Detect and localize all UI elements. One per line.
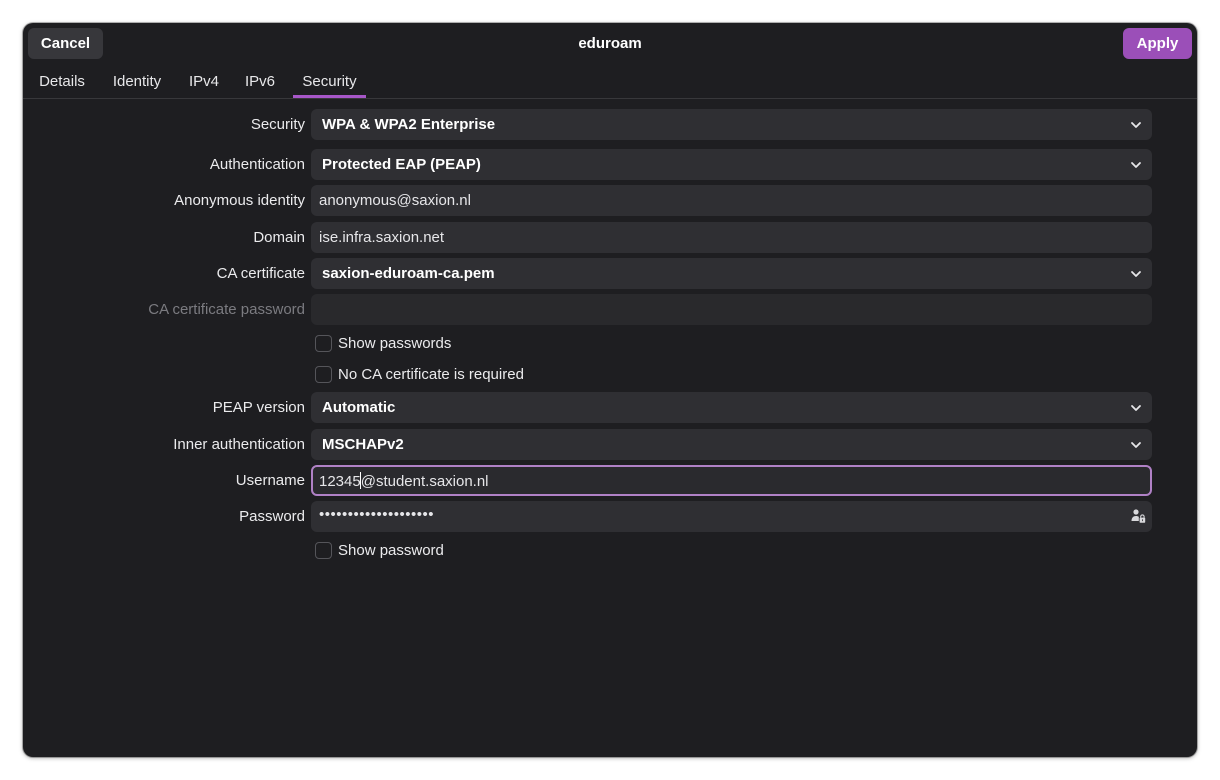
show-passwords-checkbox-row[interactable]: Show passwords [315, 333, 451, 353]
chevron-down-icon [1131, 271, 1141, 277]
peap-version-label: PEAP version [212, 399, 305, 416]
user-password-icon[interactable] [1130, 508, 1146, 524]
authentication-dropdown[interactable]: Protected EAP (PEAP) [311, 149, 1152, 180]
security-label: Security [250, 116, 305, 133]
show-password-checkbox-row[interactable]: Show password [315, 540, 444, 560]
password-masked-value: •••••••••••••••••••• [319, 506, 435, 523]
tab-bar: Details Identity IPv4 IPv6 Security [23, 69, 1197, 99]
chevron-down-icon [1131, 162, 1141, 168]
password-field[interactable]: •••••••••••••••••••• [311, 501, 1152, 532]
chevron-down-icon [1131, 405, 1141, 411]
anonymous-identity-field[interactable]: anonymous@saxion.nl [311, 185, 1152, 216]
apply-button[interactable]: Apply [1123, 28, 1192, 59]
ca-certificate-label: CA certificate [216, 265, 305, 282]
tab-security[interactable]: Security [293, 69, 366, 98]
peap-version-value: Automatic [322, 399, 396, 416]
inner-authentication-label: Inner authentication [173, 436, 305, 453]
show-passwords-label: Show passwords [338, 334, 452, 352]
ca-certificate-password-label: CA certificate password [148, 301, 305, 318]
username-label: Username [235, 472, 305, 489]
anonymous-identity-value: anonymous@saxion.nl [319, 192, 471, 209]
peap-version-dropdown[interactable]: Automatic [311, 392, 1152, 423]
show-password-label: Show password [338, 541, 444, 559]
window-title: eduroam [578, 35, 642, 52]
show-password-checkbox[interactable] [315, 541, 332, 559]
domain-label: Domain [253, 229, 305, 246]
authentication-value: Protected EAP (PEAP) [322, 156, 481, 173]
chevron-down-icon [1131, 442, 1141, 448]
ca-certificate-password-field [311, 294, 1152, 325]
username-text-before-cursor: 12345 [319, 473, 361, 490]
inner-authentication-dropdown[interactable]: MSCHAPv2 [311, 429, 1152, 460]
password-label: Password [239, 508, 305, 525]
no-ca-required-checkbox-row[interactable]: No CA certificate is required [315, 364, 524, 384]
security-dropdown[interactable]: WPA & WPA2 Enterprise [311, 109, 1152, 140]
tab-details[interactable]: Details [37, 69, 87, 98]
domain-value: ise.infra.saxion.net [319, 229, 445, 246]
tab-ipv4[interactable]: IPv4 [189, 69, 219, 98]
security-value: WPA & WPA2 Enterprise [322, 116, 496, 133]
chevron-down-icon [1131, 122, 1141, 128]
username-text-after-cursor: @student.saxion.nl [360, 473, 489, 490]
ca-certificate-dropdown[interactable]: saxion-eduroam-ca.pem [311, 258, 1152, 289]
ca-certificate-value: saxion-eduroam-ca.pem [322, 265, 495, 282]
no-ca-required-label: No CA certificate is required [338, 365, 524, 383]
tab-identity[interactable]: Identity [111, 69, 163, 98]
anonymous-identity-label: Anonymous identity [174, 192, 305, 209]
username-value: 12345@student.saxion.nl [319, 472, 489, 490]
tab-ipv6[interactable]: IPv6 [245, 69, 275, 98]
connection-settings-window: Cancel eduroam Apply Details Identity IP… [23, 23, 1197, 757]
no-ca-required-checkbox[interactable] [315, 365, 332, 383]
username-field[interactable]: 12345@student.saxion.nl [311, 465, 1152, 496]
domain-field[interactable]: ise.infra.saxion.net [311, 222, 1152, 253]
inner-authentication-value: MSCHAPv2 [322, 436, 404, 453]
authentication-label: Authentication [209, 156, 305, 173]
header-bar: Cancel eduroam Apply [23, 23, 1197, 65]
show-passwords-checkbox[interactable] [315, 334, 332, 352]
